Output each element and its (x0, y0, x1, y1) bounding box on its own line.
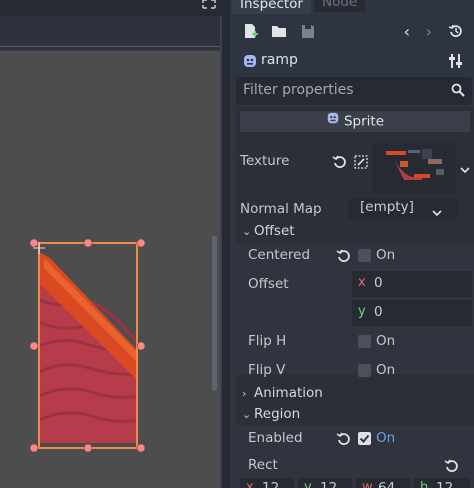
tab-inspector[interactable]: Inspector (232, 0, 311, 14)
axis-y-label: y (304, 480, 312, 488)
texture-label: Texture (240, 153, 290, 169)
revert-icon[interactable] (336, 248, 352, 264)
search-icon (451, 83, 465, 97)
chevron-down-icon (432, 205, 442, 217)
texture-preview[interactable] (372, 143, 456, 193)
texture-dropdown-icon[interactable] (460, 162, 470, 174)
flip-h-checkbox[interactable] (358, 335, 371, 348)
rect-x-value: 12 (262, 480, 280, 488)
inspector-panel: Inspector Node ‹ › ramp Filter propertie… (232, 0, 474, 488)
rect-y-value: 12 (320, 480, 338, 488)
enabled-label: Enabled (248, 430, 303, 446)
sprite-node-icon (242, 53, 258, 69)
chevron-down-icon: ⌄ (242, 225, 252, 238)
offset-x-field[interactable]: x 0 (352, 271, 472, 297)
normal-map-value: [empty] (360, 199, 414, 215)
tab-node[interactable]: Node (314, 0, 366, 12)
filter-properties[interactable] (236, 77, 472, 105)
revert-icon[interactable] (332, 154, 348, 170)
revert-icon[interactable] (336, 431, 352, 447)
flip-h-label: Flip H (248, 333, 287, 349)
centered-checkbox[interactable] (358, 249, 371, 262)
section-sprite[interactable]: Sprite (240, 111, 470, 132)
section-title: Sprite (343, 113, 385, 130)
centered-state: On (376, 247, 396, 263)
flip-v-checkbox[interactable] (358, 364, 371, 377)
rect-h-field[interactable]: h 12 (414, 478, 470, 488)
axis-h-label: h (420, 480, 429, 488)
rect-label: Rect (248, 457, 278, 473)
group-offset[interactable]: ⌄ Offset (236, 222, 474, 243)
save-resource-icon[interactable] (300, 22, 320, 42)
history-back-icon[interactable]: ‹ (404, 22, 410, 41)
canvas-viewport[interactable] (0, 0, 230, 488)
rect-w-field[interactable]: w 64 (356, 478, 410, 488)
checkmark-icon (359, 434, 370, 443)
flip-v-label: Flip V (248, 362, 286, 378)
texture-thumbnail (386, 149, 444, 180)
new-resource-icon[interactable] (242, 22, 262, 42)
offset-x-value: 0 (374, 275, 383, 291)
chevron-right-icon: › (242, 387, 247, 400)
group-region[interactable]: ⌄ Region (236, 405, 474, 426)
object-settings-icon[interactable] (448, 52, 464, 70)
axis-y-label: y (358, 304, 366, 319)
chevron-down-icon: ⌄ (242, 408, 252, 421)
history-forward-icon[interactable]: › (426, 22, 432, 41)
group-region-label: Region (254, 406, 301, 422)
sprite-node-icon (326, 111, 340, 132)
offset-y-value: 0 (374, 304, 383, 320)
property-list: Sprite Texture Normal Map [empty] ⌄ Offs… (236, 107, 474, 488)
group-animation[interactable]: › Animation (236, 384, 474, 405)
filter-input[interactable] (239, 78, 447, 102)
rect-w-value: 64 (378, 480, 396, 488)
ramp-sprite[interactable] (0, 0, 230, 488)
texture-edit-icon[interactable] (354, 155, 368, 169)
centered-label: Centered (248, 247, 311, 263)
rect-h-value: 12 (436, 480, 454, 488)
revert-icon[interactable] (444, 458, 460, 474)
load-resource-icon[interactable] (270, 22, 290, 42)
offset-label: Offset (248, 276, 289, 292)
flip-h-state: On (376, 333, 396, 349)
enabled-state: On (376, 430, 396, 446)
axis-x-label: x (246, 480, 254, 488)
object-name: ramp (261, 52, 298, 68)
axis-w-label: w (362, 480, 373, 488)
group-animation-label: Animation (254, 385, 323, 401)
normal-map-label: Normal Map (240, 201, 322, 217)
normal-map-field[interactable]: [empty] (348, 198, 458, 219)
enabled-checkbox[interactable] (358, 432, 371, 445)
axis-x-label: x (358, 275, 366, 290)
inspector-toolbar: ‹ › (232, 18, 474, 46)
group-offset-label: Offset (254, 223, 295, 239)
rect-x-field[interactable]: x 12 (240, 478, 294, 488)
flip-v-state: On (376, 362, 396, 378)
object-history-icon[interactable] (448, 23, 464, 39)
dock-tabs: Inspector Node (232, 0, 474, 14)
edited-object-row[interactable]: ramp (232, 47, 474, 75)
offset-y-field[interactable]: y 0 (352, 300, 472, 326)
rect-y-field[interactable]: y 12 (298, 478, 352, 488)
